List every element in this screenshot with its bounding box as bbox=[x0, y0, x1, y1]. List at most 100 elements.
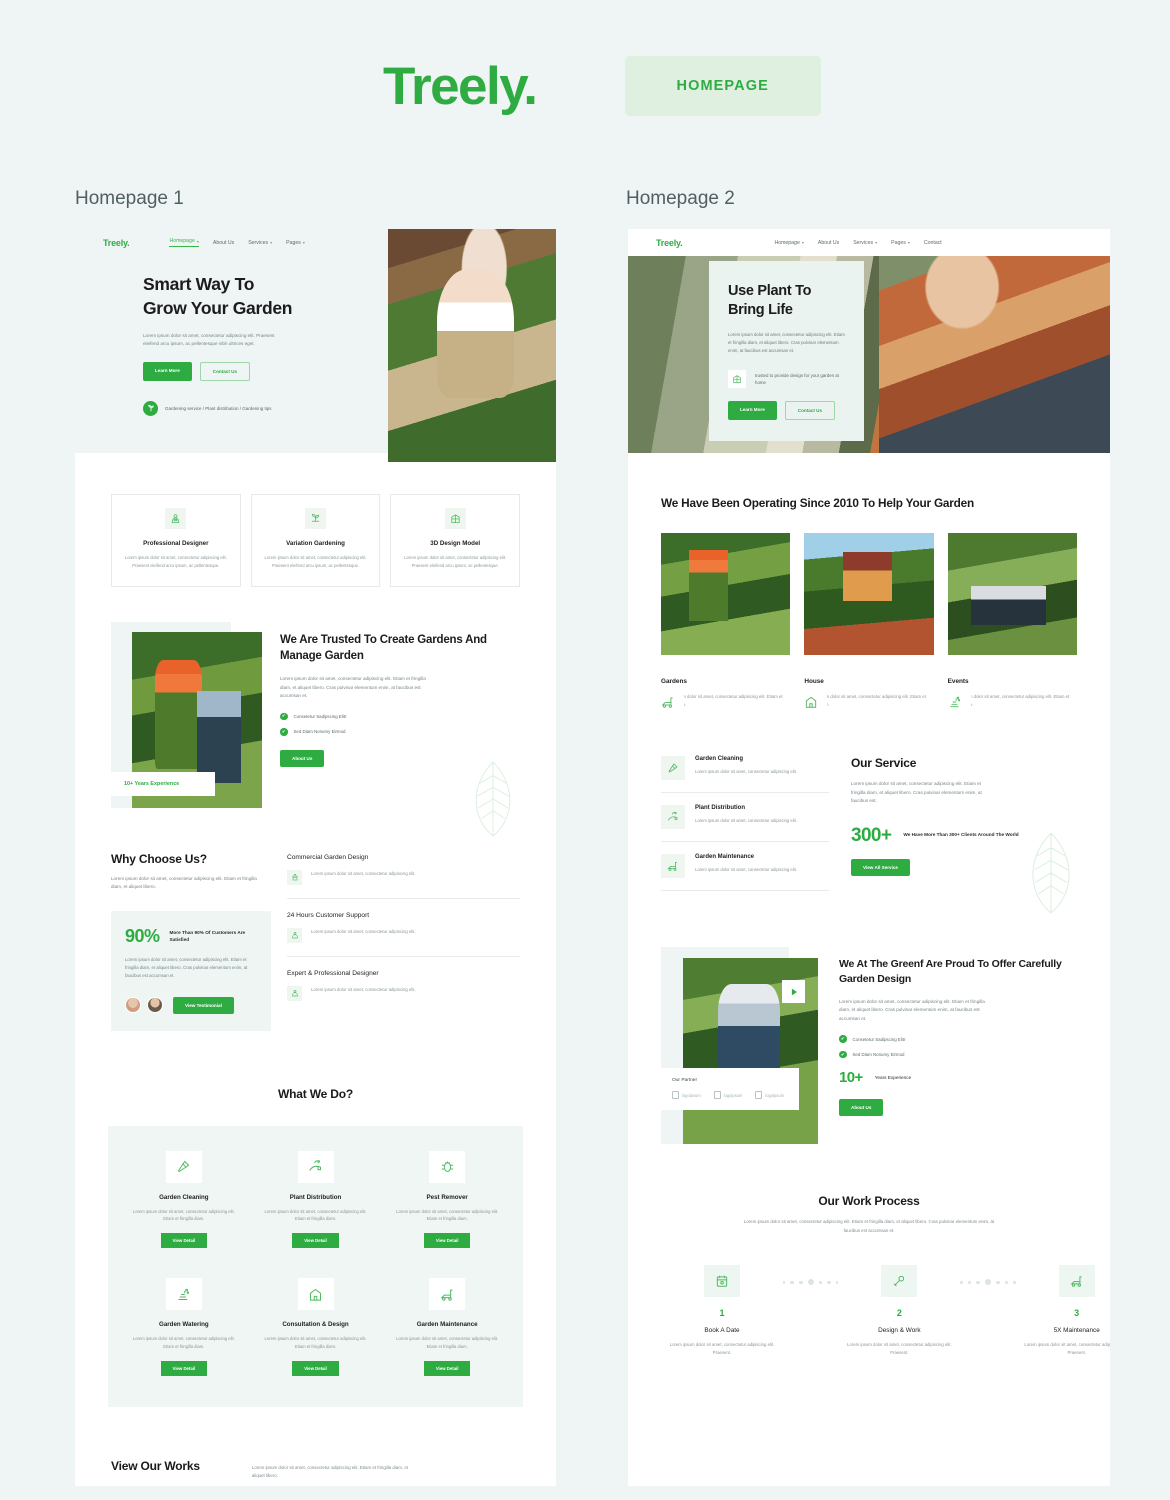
homepage-1-mockup[interactable]: Treely. Homepage ▾ About Us Services ▾ P… bbox=[75, 229, 556, 1486]
m1-why-item[interactable]: Commercial Garden Design Lorem ipsum dol… bbox=[287, 854, 520, 899]
m1-why-item-title: Expert & Professional Designer bbox=[287, 969, 379, 977]
m1-nav-item-about[interactable]: About Us bbox=[213, 238, 234, 247]
m1-service-card[interactable]: Garden Cleaning Lorem ipsum dolor sit am… bbox=[118, 1143, 250, 1259]
m1-view-detail-button[interactable]: View Detail bbox=[160, 1360, 208, 1376]
m1-nav-item-services[interactable]: Services ▾ bbox=[248, 238, 272, 247]
m1-feature-card[interactable]: Professional Designer Lorem ipsum dolor … bbox=[111, 494, 241, 587]
m2-operating-card-title: House bbox=[804, 677, 824, 685]
m1-view-detail-button[interactable]: View Detail bbox=[292, 1360, 339, 1376]
m2-nav-item-contact[interactable]: Contact bbox=[924, 240, 942, 246]
m1-why-item[interactable]: 24 Hours Customer Support Lorem ipsum do… bbox=[287, 912, 520, 957]
m2-learn-more-button[interactable]: Learn More bbox=[728, 401, 777, 421]
m1-why-title: Why Choose Us? bbox=[111, 851, 207, 866]
m1-learn-more-button[interactable]: Learn More bbox=[143, 361, 192, 381]
m2-process-step-desc: Lorem ipsum dolor sit amet, consectetur … bbox=[847, 1342, 952, 1356]
m1-nav-item-homepage[interactable]: Homepage ▾ bbox=[169, 238, 199, 247]
m2-about-us-button[interactable]: About Us bbox=[839, 1099, 884, 1117]
m2-process-step[interactable]: 2 Design & Work Lorem ipsum dolor sit am… bbox=[838, 1265, 960, 1357]
m1-nav-label-services: Services bbox=[248, 239, 269, 246]
m1-view-detail-button[interactable]: View Detail bbox=[292, 1233, 339, 1249]
m1-services-row: Garden Watering Lorem ipsum dolor sit am… bbox=[118, 1270, 513, 1386]
m2-nav-item-homepage[interactable]: Homepage ▾ bbox=[774, 240, 803, 246]
m1-view-testimonial-button[interactable]: View Testimonial bbox=[173, 996, 234, 1014]
m1-nav-logo[interactable]: Treely. bbox=[103, 238, 130, 248]
m2-greenf-lead: Lorem ipsum dolor sit amet, consectetur … bbox=[839, 998, 985, 1021]
m1-feature-cards: Professional Designer Lorem ipsum dolor … bbox=[75, 453, 556, 587]
m2-process-step[interactable]: 3 5X Maintenance Lorem ipsum dolor sit a… bbox=[1016, 1265, 1110, 1357]
m2-service-item[interactable]: Garden Cleaning Lorem ipsum dolor sit am… bbox=[661, 756, 829, 794]
m1-view-detail-button[interactable]: View Detail bbox=[423, 1360, 471, 1376]
m1-view-detail-button[interactable]: View Detail bbox=[423, 1233, 471, 1249]
m1-why-item-body: Lorem ipsum dolor sit amet, consectetur … bbox=[287, 869, 520, 885]
m1-service-card[interactable]: Consultation & Design Lorem ipsum dolor … bbox=[250, 1270, 382, 1386]
m2-service-item[interactable]: Plant Distribution Lorem ipsum dolor sit… bbox=[661, 805, 829, 843]
m1-service-desc: Lorem ipsum dolor sit amet, consectetur … bbox=[132, 1208, 235, 1222]
homepage-2-mockup[interactable]: Treely. Homepage ▾ About Us Services ▾ P… bbox=[628, 229, 1110, 1486]
chevron-down-icon: ▾ bbox=[196, 238, 199, 244]
m1-about-us-button[interactable]: About Us bbox=[280, 749, 325, 767]
m1-tick-label: Consetetur Sadipscing Elitr bbox=[293, 713, 347, 719]
m2-operating-card[interactable]: Gardens Lorem ipsum dolor sit amet, cons… bbox=[652, 532, 791, 719]
m1-hero-copy: Smart Way To Grow Your Garden Lorem ipsu… bbox=[143, 273, 293, 416]
m1-service-card[interactable]: Plant Distribution Lorem ipsum dolor sit… bbox=[250, 1143, 382, 1259]
m2-nav-item-pages[interactable]: Pages ▾ bbox=[891, 240, 910, 246]
m1-trusted-section: 10+ Years Experience We Are Trusted To C… bbox=[75, 587, 556, 837]
m2-nav-label-homepage: Homepage bbox=[774, 239, 800, 246]
m2-process-step[interactable]: 1 Book A Date Lorem ipsum dolor sit amet… bbox=[661, 1265, 783, 1357]
m1-nav-item-pages[interactable]: Pages ▾ bbox=[286, 238, 305, 247]
preview-page: Treely. HOMEPAGE Homepage 1 Homepage 2 T… bbox=[0, 0, 1170, 1500]
m2-greenf-stat: 10+ Years Experience bbox=[839, 1070, 1077, 1085]
m1-service-title: Plant Distribution bbox=[289, 1193, 342, 1201]
m2-operating-card[interactable]: Events Lorem ipsum dolor sit amet, conse… bbox=[938, 532, 1077, 719]
connector-dot bbox=[798, 1280, 803, 1285]
m1-feature-title: Professional Designer bbox=[143, 540, 209, 547]
m2-process-step-desc: Lorem ipsum dolor sit amet, consectetur … bbox=[1024, 1342, 1110, 1356]
m1-hero-badge-text: Gardening service / Plant distribution /… bbox=[165, 405, 272, 411]
partner-logo: logoipsum bbox=[755, 1091, 785, 1100]
m2-partner-logo-text: logoipsum bbox=[765, 1092, 785, 1098]
m1-service-desc: Lorem ipsum dolor sit amet, consectetur … bbox=[132, 1336, 235, 1349]
m1-stat-caption: More Than 90% Of Customers Are Satisfied bbox=[169, 929, 246, 943]
m2-nav-logo[interactable]: Treely. bbox=[656, 238, 683, 248]
m2-process-step-number: 3 bbox=[1074, 1308, 1080, 1319]
m2-nav-item-services[interactable]: Services ▾ bbox=[853, 240, 877, 246]
play-button-icon[interactable] bbox=[782, 980, 805, 1004]
connector-dot bbox=[827, 1280, 831, 1285]
m1-service-card[interactable]: Garden Maintenance Lorem ipsum dolor sit… bbox=[381, 1270, 513, 1386]
sprout-icon bbox=[143, 400, 158, 416]
m2-service-item[interactable]: Garden Maintenance Lorem ipsum dolor sit… bbox=[661, 854, 829, 892]
m2-process-step-title: 5X Maintenance bbox=[1053, 1327, 1100, 1335]
m1-why-item[interactable]: Expert & Professional Designer Lorem ips… bbox=[287, 970, 520, 1014]
m1-hero-buttons: Learn More Contact Us bbox=[143, 361, 293, 381]
m1-feature-desc: Lorem ipsum dolor sit amet, consectetur … bbox=[124, 555, 227, 568]
m1-service-title: Garden Watering bbox=[159, 1321, 209, 1329]
mower-icon bbox=[429, 1278, 466, 1311]
m1-stat-box: 90% More Than 90% Of Customers Are Satis… bbox=[111, 910, 271, 1031]
m2-nav-label-about: About Us bbox=[817, 239, 840, 246]
m2-operating-photo bbox=[661, 532, 791, 655]
m2-tick-item: ✔ Sed Diam Nonumy Eirmod bbox=[839, 1050, 1077, 1059]
m2-contact-us-button[interactable]: Contact Us bbox=[784, 401, 836, 421]
connector-dot bbox=[984, 1279, 992, 1286]
m1-nav-label-homepage: Homepage bbox=[169, 238, 195, 244]
m1-service-card[interactable]: Garden Watering Lorem ipsum dolor sit am… bbox=[118, 1270, 250, 1386]
m1-feature-card[interactable]: 3D Design Model Lorem ipsum dolor sit am… bbox=[390, 494, 521, 587]
m2-operating-card[interactable]: House Lorem ipsum dolor sit amet, consec… bbox=[795, 532, 934, 719]
m2-nav-item-about[interactable]: About Us bbox=[818, 240, 839, 246]
m1-what-we-do-header: What We Do? bbox=[75, 1031, 556, 1101]
m2-hero-card: Use Plant To Bring Life Lorem ipsum dolo… bbox=[709, 261, 864, 442]
leaf-decoration-icon bbox=[1032, 832, 1070, 914]
m1-works-section: View Our Works Lorem ipsum dolor sit ame… bbox=[75, 1407, 556, 1481]
m1-service-card[interactable]: Pest Remover Lorem ipsum dolor sit amet,… bbox=[381, 1143, 513, 1259]
m2-view-all-service-button[interactable]: View All Service bbox=[851, 858, 910, 876]
m1-view-detail-button[interactable]: View Detail bbox=[160, 1233, 208, 1249]
garden-design-icon bbox=[287, 869, 302, 885]
m1-contact-us-button[interactable]: Contact Us bbox=[199, 361, 251, 381]
watering-hand-icon bbox=[661, 805, 685, 830]
m1-feature-card[interactable]: Variation Gardening Lorem ipsum dolor si… bbox=[250, 494, 381, 587]
homepage-pill-badge[interactable]: HOMEPAGE bbox=[624, 56, 821, 116]
mockup-captions: Homepage 1 Homepage 2 bbox=[0, 188, 1170, 210]
plant-variation-icon bbox=[305, 508, 326, 529]
check-circle-icon: ✔ bbox=[839, 1050, 847, 1059]
m2-process-step-desc: Lorem ipsum dolor sit amet, consectetur … bbox=[669, 1342, 775, 1356]
